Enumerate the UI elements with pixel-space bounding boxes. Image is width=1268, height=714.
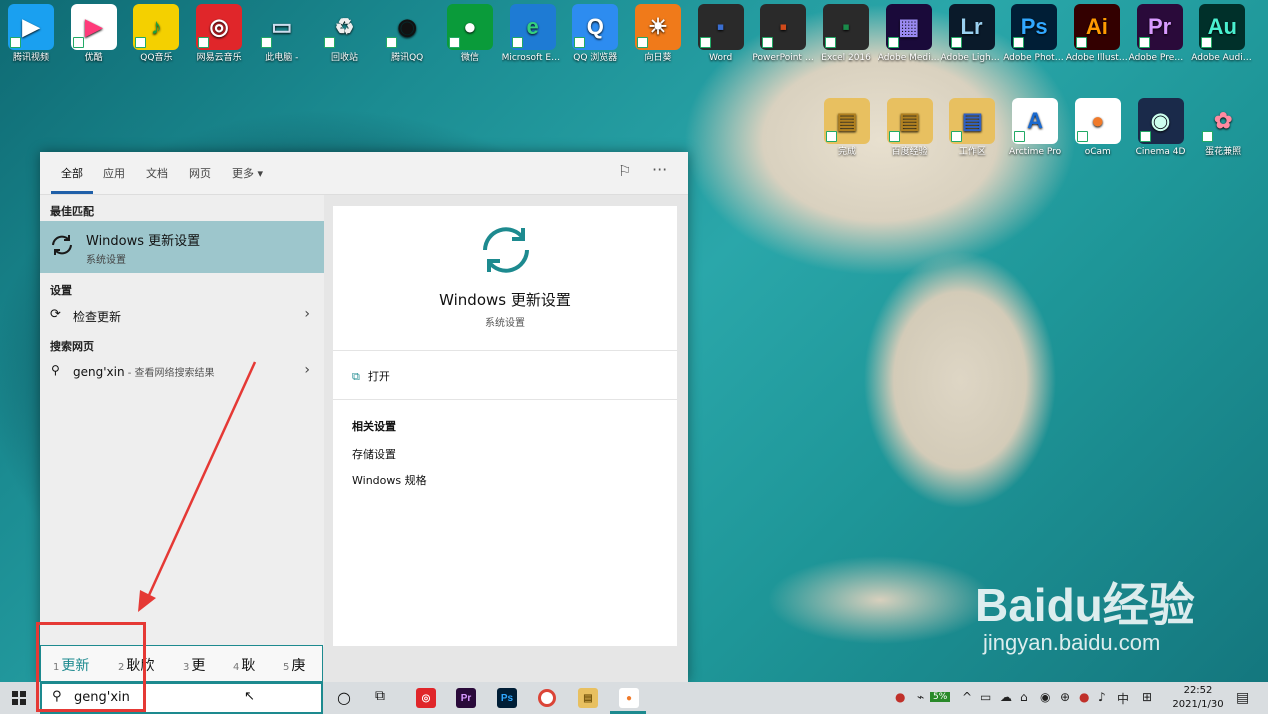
annotation-highlight-box [36, 622, 146, 712]
annotation-arrow [138, 361, 257, 612]
